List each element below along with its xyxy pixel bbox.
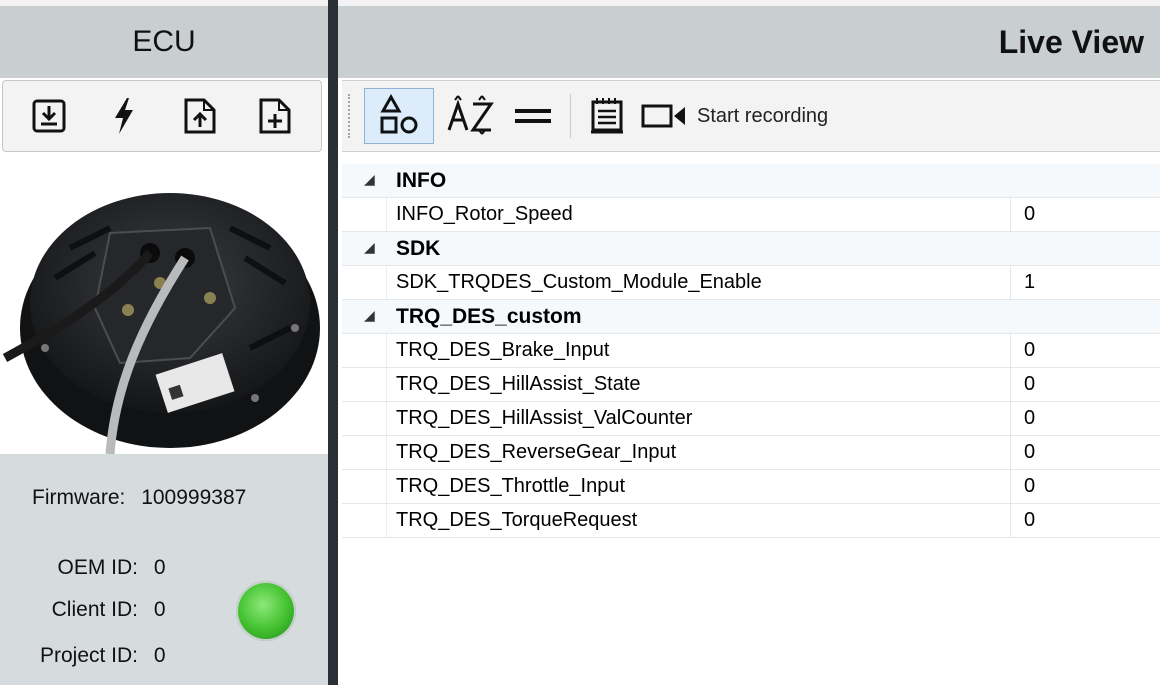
parameter-name: TRQ_DES_Brake_Input <box>396 339 610 361</box>
ecu-info: Firmware: 100999387 OEM ID: 0 Client ID:… <box>0 454 328 685</box>
flat-list-button[interactable] <box>504 88 562 144</box>
grid-line <box>1010 470 1011 503</box>
grid-line <box>386 436 387 469</box>
sort-az-button[interactable] <box>438 88 504 144</box>
toolbar-grip[interactable] <box>348 94 354 138</box>
parameter-value: 1 <box>1024 271 1036 293</box>
parameter-value: 0 <box>1024 373 1036 395</box>
firmware-value: 100999387 <box>141 486 247 509</box>
collapse-toggle-icon[interactable]: ◢ <box>364 307 375 324</box>
group-row[interactable]: ◢ TRQ_DES_custom <box>342 300 1160 334</box>
project-id-row: Project ID: 0 <box>0 644 166 668</box>
grid-line <box>1010 504 1011 537</box>
parameter-value: 0 <box>1024 509 1036 531</box>
flat-list-icon <box>515 109 551 123</box>
grid-line <box>386 368 387 401</box>
project-id-label: Project ID: <box>39 644 138 667</box>
parameter-row[interactable]: INFO_Rotor_Speed 0 <box>342 198 1160 232</box>
grid-line <box>386 334 387 367</box>
upload-file-icon[interactable] <box>178 94 222 138</box>
grid-line <box>386 402 387 435</box>
live-view-grid: ◢ INFO INFO_Rotor_Speed 0 ◢ SDK SDK_TRQDES_Cus… <box>342 164 1160 538</box>
toolbar-separator <box>570 94 571 138</box>
parameter-row[interactable]: SDK_TRQDES_Custom_Module_Enable 1 <box>342 266 1160 300</box>
client-id-label: Client ID: <box>51 598 138 621</box>
parameter-name: SDK_TRQDES_Custom_Module_Enable <box>396 271 762 293</box>
parameter-row[interactable]: TRQ_DES_HillAssist_ValCounter 0 <box>342 402 1160 436</box>
ecu-toolbar <box>2 80 322 152</box>
grid-line <box>1010 368 1011 401</box>
live-view-title: Live View <box>338 0 1160 78</box>
group-row[interactable]: ◢ SDK <box>342 232 1160 266</box>
grid-line <box>386 266 387 299</box>
parameter-name: TRQ_DES_ReverseGear_Input <box>396 441 677 463</box>
start-recording-button[interactable]: Start recording <box>641 88 828 144</box>
start-recording-label: Start recording <box>697 104 829 127</box>
grid-line <box>1010 198 1011 231</box>
parameter-row[interactable]: TRQ_DES_Brake_Input 0 <box>342 334 1160 368</box>
parameter-name: TRQ_DES_HillAssist_ValCounter <box>396 407 693 429</box>
ecu-panel: ECU Firmware: 100999387 OEM ID: 0 Client… <box>0 0 328 685</box>
parameter-name: INFO_Rotor_Speed <box>396 203 573 225</box>
firmware-label: Firmware: <box>32 486 126 509</box>
grid-line <box>386 504 387 537</box>
grid-line <box>386 198 387 231</box>
parameter-row[interactable]: TRQ_DES_Throttle_Input 0 <box>342 470 1160 504</box>
live-view-panel: Live View Start recording ◢ INFO INFO_Ro… <box>338 0 1160 685</box>
flash-icon[interactable] <box>102 94 146 138</box>
grid-line <box>1010 266 1011 299</box>
parameter-name: TRQ_DES_HillAssist_State <box>396 373 641 395</box>
grid-line <box>386 470 387 503</box>
download-icon[interactable] <box>27 94 71 138</box>
grid-line <box>1010 436 1011 469</box>
log-button[interactable] <box>579 88 635 144</box>
client-id-row: Client ID: 0 <box>0 598 166 622</box>
grid-line <box>1010 402 1011 435</box>
add-file-icon[interactable] <box>253 94 297 138</box>
oem-id-value: 0 <box>153 556 166 579</box>
live-view-toolbar: Start recording <box>342 80 1160 152</box>
camera-icon <box>641 104 685 128</box>
group-name: TRQ_DES_custom <box>396 304 582 328</box>
ecu-device-image <box>0 158 328 454</box>
log-icon <box>591 98 623 134</box>
client-id-value: 0 <box>153 598 166 621</box>
group-view-button[interactable] <box>364 88 434 144</box>
collapse-toggle-icon[interactable]: ◢ <box>364 239 375 256</box>
panel-splitter[interactable] <box>328 0 338 685</box>
group-row[interactable]: ◢ INFO <box>342 164 1160 198</box>
sort-az-icon <box>447 95 494 135</box>
project-id-value: 0 <box>153 644 166 667</box>
oem-id-row: OEM ID: 0 <box>0 556 166 580</box>
parameter-value: 0 <box>1024 475 1036 497</box>
parameter-row[interactable]: TRQ_DES_ReverseGear_Input 0 <box>342 436 1160 470</box>
grid-line <box>1010 334 1011 367</box>
oem-id-label: OEM ID: <box>57 556 138 579</box>
parameter-value: 0 <box>1024 203 1036 225</box>
parameter-value: 0 <box>1024 441 1036 463</box>
parameter-row[interactable]: TRQ_DES_TorqueRequest 0 <box>342 504 1160 538</box>
group-icon <box>380 94 418 134</box>
connection-status-led <box>236 581 296 641</box>
parameter-value: 0 <box>1024 339 1036 361</box>
parameter-row[interactable]: TRQ_DES_HillAssist_State 0 <box>342 368 1160 402</box>
ecu-panel-title: ECU <box>0 0 328 78</box>
parameter-name: TRQ_DES_Throttle_Input <box>396 475 625 497</box>
parameter-name: TRQ_DES_TorqueRequest <box>396 509 638 531</box>
collapse-toggle-icon[interactable]: ◢ <box>364 171 375 188</box>
parameter-value: 0 <box>1024 407 1036 429</box>
group-name: INFO <box>396 168 447 192</box>
group-name: SDK <box>396 236 441 260</box>
firmware-row: Firmware: 100999387 <box>32 486 246 510</box>
